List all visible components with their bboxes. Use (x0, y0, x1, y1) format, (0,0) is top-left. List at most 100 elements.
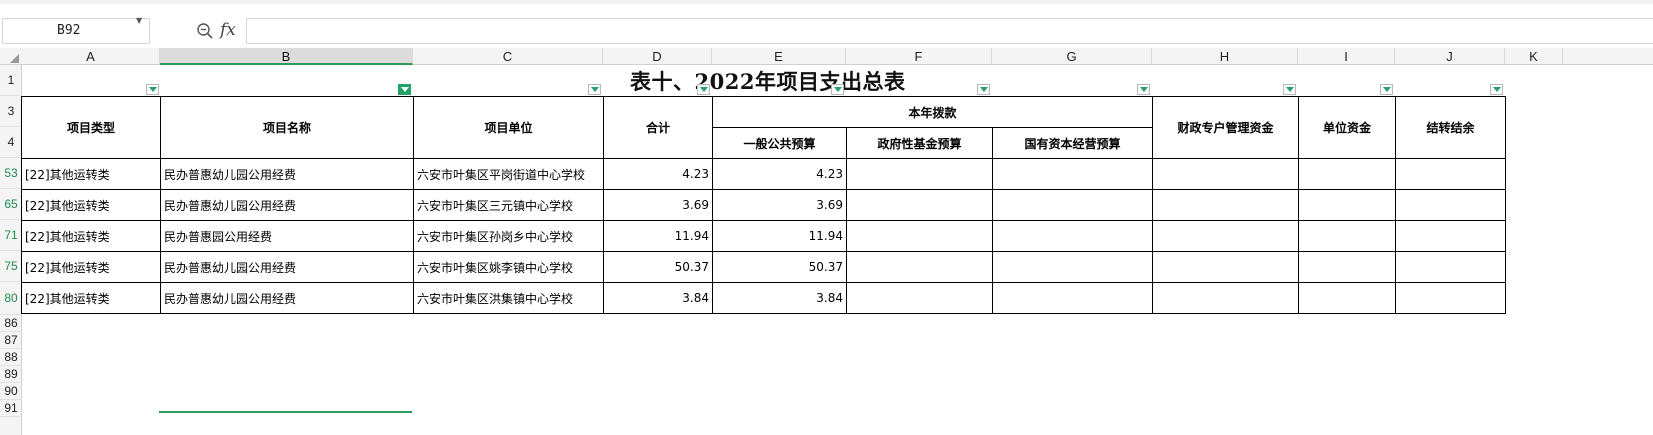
cell-total[interactable]: 50.37 (603, 251, 713, 283)
cell-project-name[interactable]: 民办普惠幼儿园公用经费 (160, 251, 414, 283)
cell-total[interactable]: 3.69 (603, 189, 713, 221)
cell-fiscal-special-funds[interactable] (1152, 251, 1299, 283)
cell-state-capital-budget[interactable] (992, 158, 1153, 190)
cell-project-name[interactable]: 民办普惠幼儿园公用经费 (160, 282, 414, 314)
filter-arrow-icon[interactable] (588, 84, 601, 95)
cell-fiscal-special-funds[interactable] (1152, 220, 1299, 252)
header-annual-allocation[interactable]: 本年拨款 (712, 96, 1153, 128)
cell-unit-funds[interactable] (1298, 220, 1396, 252)
cell-gov-fund-budget[interactable] (846, 158, 993, 190)
column-header-d[interactable]: D (603, 48, 712, 65)
name-box[interactable]: B92 (2, 18, 150, 44)
column-header-k[interactable]: K (1505, 48, 1563, 65)
column-header-i[interactable]: I (1298, 48, 1395, 65)
cell-total[interactable]: 4.23 (603, 158, 713, 190)
cell-gov-fund-budget[interactable] (846, 251, 993, 283)
row-header-89[interactable]: 89 (0, 366, 22, 383)
row-header-71[interactable]: 71 (0, 220, 22, 251)
cell-carryover[interactable] (1395, 251, 1506, 283)
cell-general-budget[interactable]: 11.94 (712, 220, 847, 252)
header-fiscal-special-funds[interactable]: 财政专户管理资金 (1152, 96, 1299, 159)
filter-arrow-icon[interactable] (1137, 84, 1150, 95)
cell-project-unit[interactable]: 六安市叶集区平岗街道中心学校 (413, 158, 604, 190)
column-header-b[interactable]: B (160, 48, 413, 65)
row-header-87[interactable]: 87 (0, 332, 22, 349)
cell-unit-funds[interactable] (1298, 189, 1396, 221)
cell-fiscal-special-funds[interactable] (1152, 282, 1299, 314)
row-header-3[interactable]: 3 (0, 96, 22, 127)
column-header-h[interactable]: H (1152, 48, 1298, 65)
filter-arrow-icon[interactable] (977, 84, 990, 95)
row-header-86[interactable]: 86 (0, 315, 22, 332)
header-unit-funds[interactable]: 单位资金 (1298, 96, 1396, 159)
cell-project-type[interactable]: [22]其他运转类 (21, 282, 161, 314)
row-header-88[interactable]: 88 (0, 349, 22, 366)
cell-general-budget[interactable]: 4.23 (712, 158, 847, 190)
column-header-g[interactable]: G (992, 48, 1152, 65)
header-gov-fund-budget[interactable]: 政府性基金预算 (846, 127, 993, 159)
cell-gov-fund-budget[interactable] (846, 220, 993, 252)
header-total[interactable]: 合计 (603, 96, 713, 159)
sheet-title[interactable]: 表十、2022年项目支出总表 (630, 66, 930, 96)
cell-project-type[interactable]: [22]其他运转类 (21, 220, 161, 252)
cell-project-name[interactable]: 民办普惠园公用经费 (160, 220, 414, 252)
row-header-65[interactable]: 65 (0, 189, 22, 220)
header-project-type[interactable]: 项目类型 (21, 96, 161, 159)
header-state-capital-budget[interactable]: 国有资本经营预算 (992, 127, 1153, 159)
fx-icon[interactable]: fx (220, 20, 236, 40)
row-header-80[interactable]: 80 (0, 282, 22, 315)
cell-carryover[interactable] (1395, 220, 1506, 252)
cell-fiscal-special-funds[interactable] (1152, 189, 1299, 221)
filter-arrow-icon[interactable] (1490, 84, 1503, 95)
filter-arrow-icon[interactable] (697, 84, 710, 95)
column-header-a[interactable]: A (22, 48, 160, 65)
cell-carryover[interactable] (1395, 158, 1506, 190)
row-header-75[interactable]: 75 (0, 251, 22, 282)
cell-unit-funds[interactable] (1298, 158, 1396, 190)
filter-active-icon[interactable] (398, 84, 411, 95)
filter-arrow-icon[interactable] (831, 84, 844, 95)
cell-project-type[interactable]: [22]其他运转类 (21, 189, 161, 221)
cell-carryover[interactable] (1395, 282, 1506, 314)
filter-arrow-icon[interactable] (1380, 84, 1393, 95)
cell-project-type[interactable]: [22]其他运转类 (21, 158, 161, 190)
column-header-f[interactable]: F (846, 48, 992, 65)
header-carryover[interactable]: 结转结余 (1395, 96, 1506, 159)
select-all-icon[interactable] (10, 54, 19, 63)
cell-unit-funds[interactable] (1298, 282, 1396, 314)
cell-general-budget[interactable]: 50.37 (712, 251, 847, 283)
filter-arrow-icon[interactable] (146, 84, 159, 95)
cell-project-unit[interactable]: 六安市叶集区三元镇中心学校 (413, 189, 604, 221)
row-header-4[interactable]: 4 (0, 127, 22, 158)
zoom-icon[interactable] (196, 22, 214, 40)
header-project-unit[interactable]: 项目单位 (413, 96, 604, 159)
cell-unit-funds[interactable] (1298, 251, 1396, 283)
cell-gov-fund-budget[interactable] (846, 189, 993, 221)
cell-gov-fund-budget[interactable] (846, 282, 993, 314)
filter-arrow-icon[interactable] (1283, 84, 1296, 95)
chevron-down-icon[interactable]: ▼ (136, 16, 142, 25)
row-header-53[interactable]: 53 (0, 158, 22, 189)
row-header-91[interactable]: 91 (0, 400, 22, 417)
cell-state-capital-budget[interactable] (992, 189, 1153, 221)
cell-project-name[interactable]: 民办普惠幼儿园公用经费 (160, 158, 414, 190)
cell-project-name[interactable]: 民办普惠幼儿园公用经费 (160, 189, 414, 221)
cell-state-capital-budget[interactable] (992, 251, 1153, 283)
column-header-j[interactable]: J (1395, 48, 1505, 65)
header-general-budget[interactable]: 一般公共预算 (712, 127, 847, 159)
cell-general-budget[interactable]: 3.84 (712, 282, 847, 314)
cell-total[interactable]: 11.94 (603, 220, 713, 252)
cell-project-unit[interactable]: 六安市叶集区洪集镇中心学校 (413, 282, 604, 314)
row-header-90[interactable]: 90 (0, 383, 22, 400)
cell-project-unit[interactable]: 六安市叶集区姚李镇中心学校 (413, 251, 604, 283)
column-header-c[interactable]: C (413, 48, 603, 65)
cell-total[interactable]: 3.84 (603, 282, 713, 314)
cell-state-capital-budget[interactable] (992, 282, 1153, 314)
cell-carryover[interactable] (1395, 189, 1506, 221)
cell-project-type[interactable]: [22]其他运转类 (21, 251, 161, 283)
formula-input[interactable] (246, 18, 1653, 44)
cell-fiscal-special-funds[interactable] (1152, 158, 1299, 190)
cell-project-unit[interactable]: 六安市叶集区孙岗乡中心学校 (413, 220, 604, 252)
cell-state-capital-budget[interactable] (992, 220, 1153, 252)
cell-general-budget[interactable]: 3.69 (712, 189, 847, 221)
